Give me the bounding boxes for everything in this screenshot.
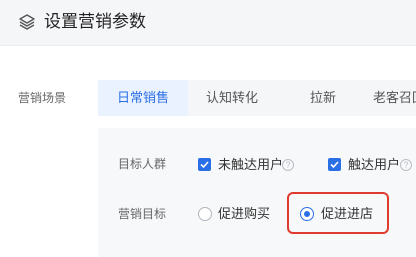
scene-label: 营销场景 bbox=[18, 91, 67, 105]
untouched-users-label: 未触达用户 bbox=[218, 157, 284, 172]
scene-tabs: 日常销售 认知转化 拉新 老客召回 bbox=[98, 80, 416, 184]
promote-purchase-radio[interactable] bbox=[198, 207, 212, 221]
tab-recall[interactable]: 老客召回 bbox=[373, 80, 416, 116]
layers-icon bbox=[18, 13, 36, 31]
page-title: 设置营销参数 bbox=[44, 12, 146, 31]
touched-users-label: 触达用户 bbox=[348, 157, 401, 172]
goal-label: 营销目标 bbox=[118, 207, 167, 221]
page-header: 设置营销参数 bbox=[0, 0, 416, 46]
tab-label: 认知转化 bbox=[206, 90, 259, 105]
tab-label: 拉新 bbox=[310, 90, 337, 105]
tab-label: 日常销售 bbox=[116, 90, 169, 105]
tab-label: 老客召回 bbox=[373, 90, 416, 105]
help-icon[interactable]: ? bbox=[400, 159, 412, 171]
touched-users-checkbox[interactable] bbox=[328, 158, 341, 171]
tab-awareness-conversion[interactable]: 认知转化 bbox=[206, 80, 282, 116]
target-group-label: 目标人群 bbox=[118, 157, 167, 171]
help-icon[interactable]: ? bbox=[282, 159, 294, 171]
promote-purchase-label: 促进购买 bbox=[218, 206, 271, 221]
untouched-users-checkbox[interactable] bbox=[198, 158, 211, 171]
tab-daily-sales[interactable]: 日常销售 bbox=[98, 80, 188, 116]
tab-acquisition[interactable]: 拉新 bbox=[310, 80, 350, 116]
highlight-box bbox=[287, 192, 389, 234]
